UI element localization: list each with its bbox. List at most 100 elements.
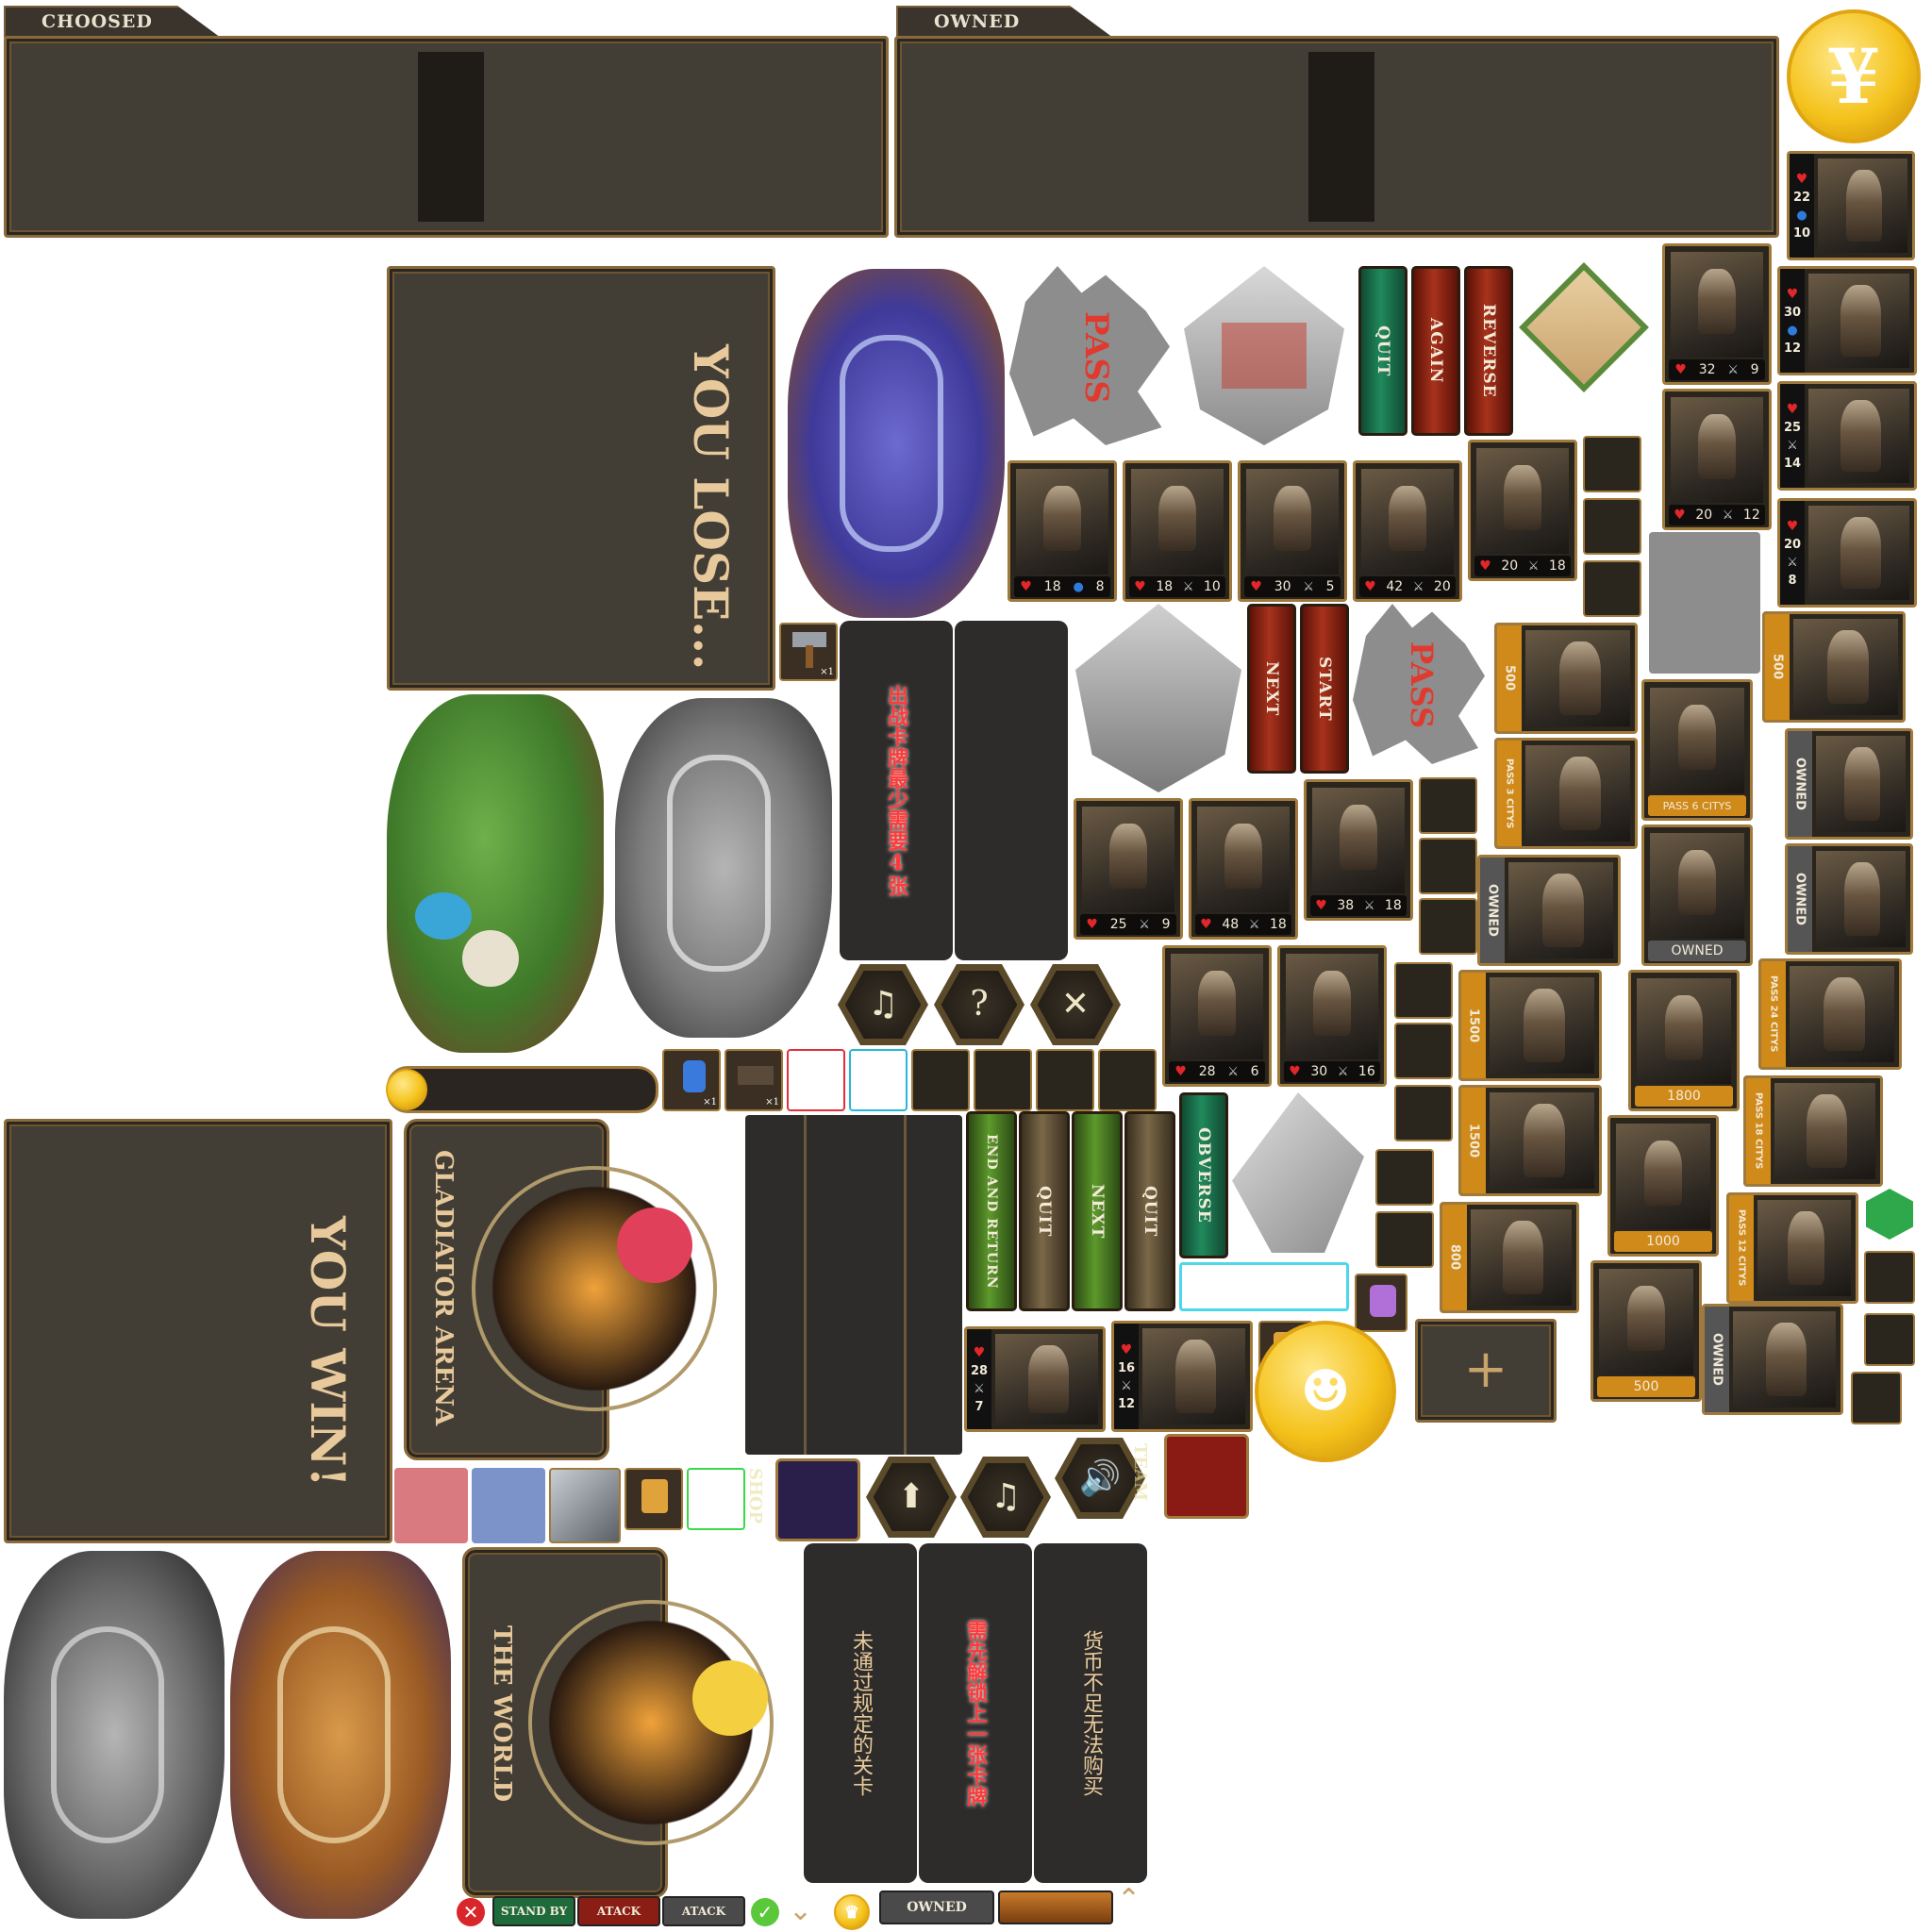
mini-card[interactable] [1583,498,1641,555]
add-slot-panel[interactable]: + [1415,1319,1557,1423]
mini-card[interactable] [1864,1251,1915,1304]
shop-card[interactable]: PASS 18 CITYS [1743,1075,1883,1187]
price-card[interactable]: 1800 [1628,970,1740,1111]
shop-card[interactable]: 1500 [1458,1085,1602,1196]
help-button[interactable]: ? [934,964,1024,1045]
green-outline-slot[interactable] [687,1468,745,1530]
anvil-item[interactable]: ×1 [724,1049,783,1111]
hero-card[interactable]: ♥ 25 ⚔ 9 [1074,798,1183,940]
team-slot-card[interactable] [1036,1049,1094,1111]
mini-card[interactable] [1375,1149,1434,1206]
shop-card[interactable]: 500 [1494,623,1638,734]
hero-card[interactable]: ♥ 30 ⚔ 5 [1238,460,1347,602]
atack-button-gray[interactable]: ATACK [662,1896,745,1926]
next-button-2[interactable]: NEXT [1072,1111,1123,1311]
check-icon[interactable]: ✓ [751,1898,779,1926]
owned-card[interactable]: OWNED [1641,824,1753,966]
price-card[interactable]: 1000 [1607,1115,1719,1257]
shop-card[interactable]: PASS 24 CITYS [1758,958,1902,1070]
upgrade-button[interactable]: ⬆ [866,1457,957,1538]
side-card[interactable]: ♥ 16 ⚔ 12 [1111,1321,1253,1432]
shop-card[interactable]: 500 [1762,611,1906,723]
hero-card[interactable]: ♥ 20 ⚔ 12 [1662,389,1772,530]
mini-card[interactable] [1583,436,1641,492]
pass-card[interactable]: PASS 6 CITYS [1641,679,1753,821]
hammer-item[interactable]: ×1 [779,623,838,681]
shop-card[interactable]: 800 [1440,1202,1579,1313]
chevron-down-icon[interactable]: ⌄ [789,1894,826,1927]
team-slot-card[interactable] [911,1049,970,1111]
team-slot-card[interactable] [974,1049,1032,1111]
chevron-up-icon[interactable]: ⌃ [1117,1883,1155,1916]
map-purple[interactable] [788,269,1005,618]
hero-card[interactable]: ♥ 20 ⚔ 18 [1468,440,1577,581]
price-card[interactable]: 500 [1591,1260,1702,1402]
shop-card[interactable]: PASS 3 CITYS [1494,738,1638,849]
hero-card[interactable]: ♥ 38 ⚔ 18 [1304,779,1413,921]
team-label[interactable]: TEAM [1130,1443,1150,1501]
mini-card[interactable] [1419,777,1477,834]
team-slot-card[interactable] [1098,1049,1157,1111]
next-button[interactable]: NEXT [1247,604,1296,774]
hero-card[interactable]: ♥ 28 ⚔ 6 [1162,945,1272,1087]
obverse-button[interactable]: OBVERSE [1179,1092,1228,1258]
mini-card[interactable] [1419,838,1477,894]
music-off-button[interactable]: ♫ [960,1457,1051,1538]
stand-by-button[interactable]: STAND BY [492,1896,575,1926]
mini-card[interactable] [1375,1211,1434,1268]
red-swatch[interactable] [394,1468,468,1543]
hero-card[interactable]: ♥ 18 ⚔ 10 [1123,460,1232,602]
mini-card[interactable] [1394,1023,1453,1079]
start-button[interactable]: START [1300,604,1349,774]
music-button[interactable]: ♫ [838,964,928,1045]
shop-card[interactable]: OWNED [1702,1304,1843,1415]
again-button[interactable]: AGAIN [1411,266,1460,436]
scroll-item-2[interactable] [625,1468,683,1530]
shop-card[interactable]: OWNED [1477,855,1621,966]
hero-card[interactable]: ♥ 18 ● 8 [1008,460,1117,602]
orange-bar-button[interactable] [998,1890,1113,1924]
team-helmet-icon[interactable] [1164,1434,1249,1519]
end-and-return-button[interactable]: END AND RETURN [966,1111,1017,1311]
map-orange-s[interactable] [230,1551,451,1919]
map-gray-s[interactable] [4,1551,225,1919]
hero-card[interactable]: ♥ 48 ⚔ 18 [1189,798,1298,940]
shop-label[interactable]: SHOP [745,1468,765,1524]
shop-card[interactable]: PASS 12 CITYS [1726,1192,1858,1304]
side-card[interactable]: ♥ 30 ● 12 [1777,266,1917,375]
mini-card[interactable] [1583,560,1641,617]
potion-item[interactable]: ×1 [662,1049,721,1111]
shop-portal-icon[interactable] [775,1458,860,1541]
shop-card[interactable]: OWNED [1785,843,1913,955]
side-card[interactable]: ♥ 28 ⚔ 7 [964,1326,1106,1432]
map-gray[interactable] [615,698,832,1038]
stone-swatch[interactable] [549,1468,621,1543]
hero-card[interactable]: ♥ 32 ⚔ 9 [1662,243,1772,385]
side-card[interactable]: ♥ 22 ● 10 [1787,151,1915,260]
mini-card[interactable] [1419,898,1477,955]
shop-card[interactable]: OWNED [1785,728,1913,840]
cyan-input-frame[interactable] [1179,1262,1349,1311]
mini-card[interactable] [1864,1313,1915,1366]
side-card[interactable]: ♥ 25 ⚔ 14 [1777,381,1917,491]
map-green[interactable] [387,694,604,1053]
quit-button[interactable]: QUIT [1358,266,1407,436]
reverse-button[interactable]: REVERSE [1464,266,1513,436]
hero-card[interactable]: ♥ 30 ⚔ 16 [1277,945,1387,1087]
shop-card[interactable]: 1500 [1458,970,1602,1081]
quit-button-3[interactable]: QUIT [1124,1111,1175,1311]
blue-swatch[interactable] [472,1468,545,1543]
quit-button-2[interactable]: QUIT [1019,1111,1070,1311]
mute-button[interactable]: ✕ [1030,964,1121,1045]
atack-button-red[interactable]: ATACK [577,1896,660,1926]
hero-card[interactable]: ♥ 42 ⚔ 20 [1353,460,1462,602]
side-card[interactable]: ♥ 20 ⚔ 8 [1777,498,1917,608]
owned-bar-button[interactable]: OWNED [879,1890,994,1924]
red-outline-slot[interactable] [787,1049,845,1111]
mini-card[interactable] [1851,1372,1902,1424]
jar-item[interactable] [1355,1274,1407,1332]
mini-card[interactable] [1394,962,1453,1019]
mini-card[interactable] [1394,1085,1453,1141]
cyan-outline-slot[interactable] [849,1049,908,1111]
close-icon[interactable]: ✕ [457,1898,485,1926]
